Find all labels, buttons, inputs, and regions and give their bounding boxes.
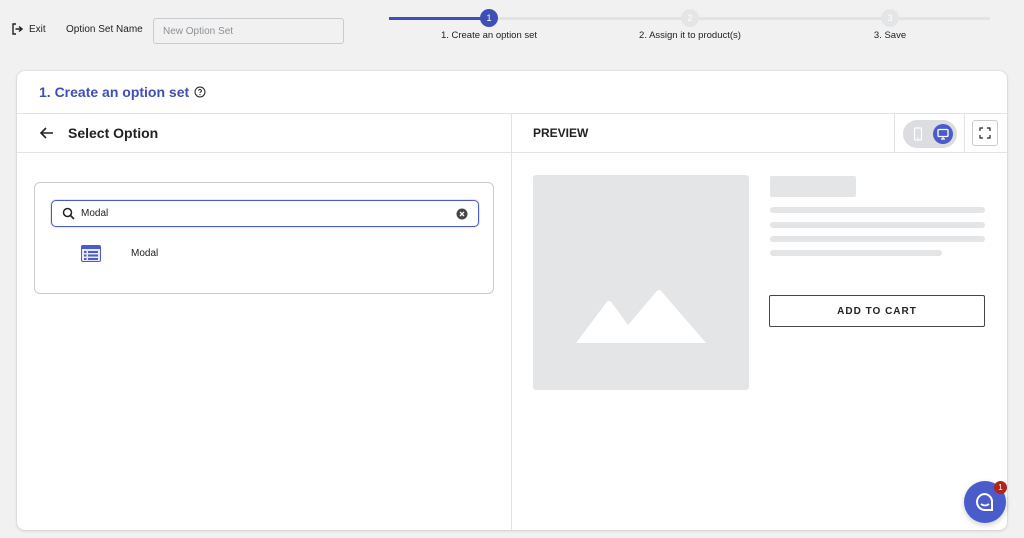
step-3-number: 3	[887, 13, 893, 23]
top-bar: Exit Option Set Name 1 1. Create an opti…	[0, 0, 1024, 62]
product-text-placeholder-line	[770, 250, 942, 256]
preview-title: PREVIEW	[533, 126, 589, 140]
step-1-label: 1. Create an option set	[440, 30, 538, 41]
chat-bubble-icon	[976, 492, 994, 511]
preview-pane: PREVIEW ADD TO CART	[512, 114, 1007, 530]
mobile-icon[interactable]	[911, 126, 925, 141]
device-toggle[interactable]	[902, 119, 957, 148]
card-title: 1. Create an option set	[39, 84, 190, 100]
select-option-pane: Select Option Modal Modal	[17, 114, 512, 530]
step-2-indicator: 2	[681, 9, 699, 27]
option-set-name-input[interactable]	[153, 18, 344, 44]
option-set-card: 1. Create an option set Select Option Mo…	[17, 71, 1007, 530]
product-text-placeholder-line	[770, 236, 985, 242]
product-image-placeholder	[533, 175, 749, 390]
progress-stepper: 1 1. Create an option set 2 2. Assign it…	[389, 8, 990, 48]
product-title-placeholder	[770, 176, 856, 197]
step-3-indicator: 3	[881, 9, 899, 27]
exit-button[interactable]: Exit	[11, 23, 46, 35]
list-icon	[81, 245, 101, 262]
fullscreen-icon	[979, 127, 991, 139]
option-result-item[interactable]: Modal	[81, 245, 158, 262]
step-1-indicator: 1	[480, 9, 498, 27]
option-set-name-label: Option Set Name	[66, 24, 143, 35]
exit-icon	[12, 23, 23, 35]
step-2-number: 2	[687, 13, 693, 23]
card-header: 1. Create an option set	[17, 71, 1007, 114]
option-result-label: Modal	[131, 248, 159, 259]
chat-notification-badge: 1	[994, 481, 1007, 494]
search-field[interactable]	[51, 200, 479, 227]
back-arrow-icon[interactable]	[38, 124, 56, 142]
add-to-cart-button[interactable]: ADD TO CART	[769, 295, 985, 327]
step-3-label: 3. Save	[873, 30, 907, 41]
product-text-placeholder-line	[770, 222, 985, 228]
select-option-header: Select Option	[17, 114, 511, 153]
device-toggle-wrapper	[894, 114, 965, 153]
stepper-track-progress	[389, 17, 489, 20]
search-input[interactable]	[81, 208, 456, 219]
clear-search-icon[interactable]	[456, 208, 468, 220]
desktop-icon	[936, 128, 949, 140]
fullscreen-button[interactable]	[972, 120, 998, 146]
step-2-label: 2. Assign it to product(s)	[639, 30, 741, 41]
select-option-title: Select Option	[68, 125, 159, 141]
desktop-view-button[interactable]	[932, 123, 953, 144]
exit-label: Exit	[29, 23, 46, 35]
option-search-panel: Modal	[34, 182, 494, 294]
step-1-number: 1	[486, 13, 492, 23]
help-icon[interactable]	[194, 86, 206, 98]
preview-header: PREVIEW	[512, 114, 1007, 153]
image-placeholder-icon	[576, 290, 706, 343]
product-text-placeholder-line	[770, 207, 985, 213]
search-icon	[62, 207, 75, 220]
